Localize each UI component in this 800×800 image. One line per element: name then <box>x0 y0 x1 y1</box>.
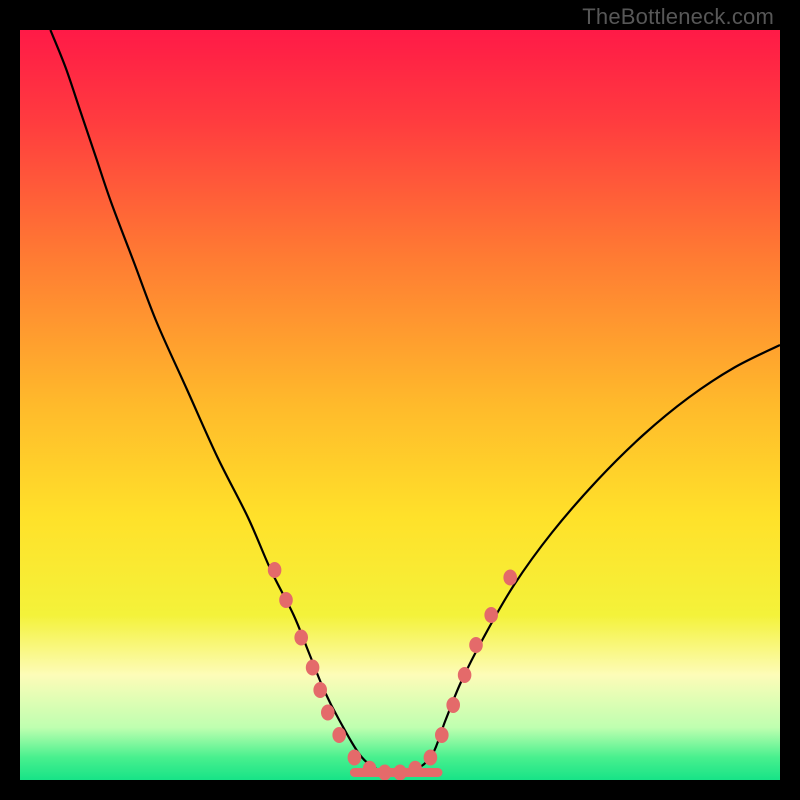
chart-svg <box>20 30 780 780</box>
highlight-dot <box>408 761 422 777</box>
highlight-dot <box>321 705 335 721</box>
highlight-dot <box>306 660 320 676</box>
highlight-dot <box>348 750 362 766</box>
chart-frame: TheBottleneck.com <box>20 0 780 780</box>
chart-background <box>20 30 780 780</box>
highlight-dot <box>393 765 407 781</box>
highlight-dot <box>446 697 460 713</box>
highlight-dot <box>503 570 517 586</box>
highlight-dot <box>435 727 449 743</box>
highlight-dot <box>458 667 472 683</box>
highlight-dot <box>332 727 346 743</box>
highlight-dot <box>484 607 498 623</box>
highlight-dot <box>469 637 483 653</box>
highlight-dot <box>279 592 293 608</box>
highlight-dot <box>378 765 392 781</box>
highlight-dot <box>424 750 438 766</box>
highlight-dot <box>313 682 327 698</box>
chart-plot <box>20 30 780 780</box>
highlight-dot <box>268 562 282 578</box>
highlight-dot <box>294 630 308 646</box>
watermark-text: TheBottleneck.com <box>582 4 774 30</box>
highlight-dot <box>363 761 377 777</box>
